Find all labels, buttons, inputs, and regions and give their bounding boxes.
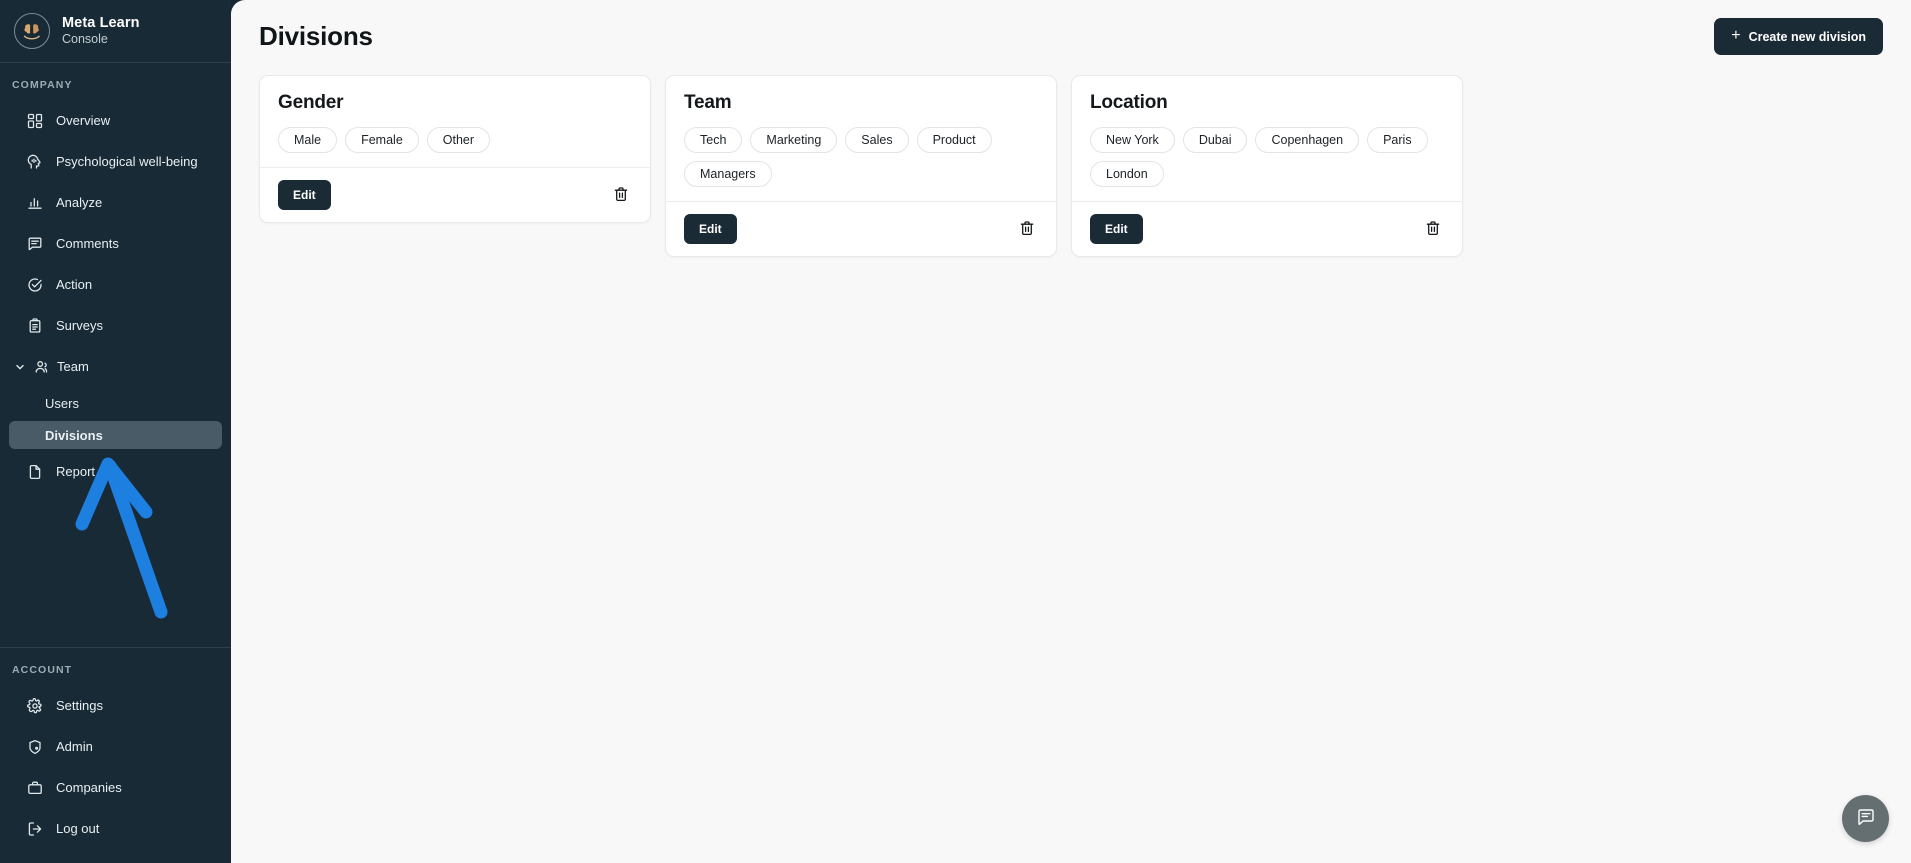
shield-user-icon	[26, 738, 43, 755]
sidebar-item-psychological-well-being[interactable]: Psychological well-being	[9, 144, 222, 179]
page-header: Divisions + Create new division	[231, 0, 1911, 55]
plus-icon: +	[1731, 27, 1741, 44]
create-new-division-label: Create new division	[1748, 29, 1866, 44]
sidebar-item-admin[interactable]: Admin	[9, 729, 222, 764]
users-icon	[33, 358, 50, 375]
divisions-card-list: Gender Male Female Other Edit Team Tech …	[231, 55, 1911, 257]
sidebar-item-surveys[interactable]: Surveys	[9, 308, 222, 343]
delete-button[interactable]	[610, 184, 632, 206]
sidebar-item-label: Comments	[56, 236, 119, 251]
brand[interactable]: Meta Learn Console	[0, 0, 231, 62]
tag-chip[interactable]: New York	[1090, 127, 1175, 153]
sidebar-item-label: Overview	[56, 113, 111, 128]
card-title: Gender	[278, 92, 344, 113]
division-card-gender: Gender Male Female Other Edit	[259, 75, 651, 223]
sidebar-item-label: Log out	[56, 821, 100, 836]
brain-on-hand-icon	[14, 13, 50, 49]
sidebar-item-label: Companies	[56, 780, 122, 795]
tag-chip[interactable]: Paris	[1367, 127, 1428, 153]
tag-chip[interactable]: Product	[916, 127, 992, 153]
division-card-team: Team Tech Marketing Sales Product Manage…	[665, 75, 1057, 257]
tag-chip[interactable]: Marketing	[750, 127, 838, 153]
chat-bubble-icon	[1856, 807, 1876, 830]
card-footer: Edit	[666, 201, 1056, 256]
sidebar-item-overview[interactable]: Overview	[9, 103, 222, 138]
app-root: Meta Learn Console COMPANY Overview Psyc…	[0, 0, 1911, 863]
sidebar-nav-account: Settings Admin Companies Log out	[0, 685, 231, 863]
sidebar-item-divisions[interactable]: Divisions	[9, 421, 222, 449]
tag-chip[interactable]: Copenhagen	[1255, 127, 1360, 153]
head-pulse-icon	[26, 153, 43, 170]
sidebar-item-team[interactable]: Team	[9, 349, 222, 384]
card-body: Location New York Dubai Copenhagen Paris…	[1072, 76, 1462, 201]
tag-chip[interactable]: Sales	[845, 127, 909, 153]
card-title: Location	[1090, 92, 1168, 113]
card-body: Gender Male Female Other	[260, 76, 650, 167]
sidebar-subitem-label: Divisions	[45, 427, 103, 443]
sidebar-item-label: Admin	[56, 739, 93, 754]
tag-chip[interactable]: Male	[278, 127, 338, 153]
clipboard-icon	[26, 317, 43, 334]
sidebar-item-label: Analyze	[56, 195, 103, 210]
comment-lines-icon	[26, 235, 43, 252]
sidebar-item-label: Settings	[56, 698, 103, 713]
brand-title: Meta Learn	[62, 15, 140, 32]
card-tags: Male Female Other	[278, 127, 632, 153]
sidebar-item-users[interactable]: Users	[9, 389, 222, 417]
sidebar-item-companies[interactable]: Companies	[9, 770, 222, 805]
brand-subtitle: Console	[62, 32, 108, 47]
tag-chip[interactable]: Female	[345, 127, 419, 153]
chat-support-button[interactable]	[1842, 795, 1889, 842]
check-circle-icon	[26, 276, 43, 293]
edit-button[interactable]: Edit	[1090, 214, 1143, 244]
sidebar-item-label: Team	[57, 359, 89, 374]
logout-icon	[26, 820, 43, 837]
sidebar-item-report[interactable]: Report	[9, 454, 222, 489]
card-footer: Edit	[260, 167, 650, 222]
sidebar-nav-company: Overview Psychological well-being Analyz…	[0, 100, 231, 492]
division-card-location: Location New York Dubai Copenhagen Paris…	[1071, 75, 1463, 257]
sidebar-subitem-label: Users	[45, 395, 79, 411]
card-tags: Tech Marketing Sales Product Managers	[684, 127, 1038, 187]
sidebar-section-account: ACCOUNT	[12, 664, 73, 676]
gear-icon	[26, 697, 43, 714]
document-icon	[26, 463, 43, 480]
page-title: Divisions	[259, 21, 373, 51]
sidebar-section-company: COMPANY	[12, 79, 73, 91]
sidebar-item-action[interactable]: Action	[9, 267, 222, 302]
card-body: Team Tech Marketing Sales Product Manage…	[666, 76, 1056, 201]
sidebar-item-label: Report	[56, 464, 96, 479]
sidebar-item-label: Psychological well-being	[56, 154, 198, 169]
tag-chip[interactable]: Other	[426, 127, 491, 153]
dashboard-grid-icon	[26, 112, 43, 129]
tag-chip[interactable]: London	[1090, 161, 1164, 187]
bar-chart-icon	[26, 194, 43, 211]
trash-icon	[613, 186, 629, 205]
delete-button[interactable]	[1422, 218, 1444, 240]
sidebar: Meta Learn Console COMPANY Overview Psyc…	[0, 0, 231, 863]
tag-chip[interactable]: Tech	[684, 127, 743, 153]
sidebar-item-log-out[interactable]: Log out	[9, 811, 222, 846]
trash-icon	[1019, 220, 1035, 239]
delete-button[interactable]	[1016, 218, 1038, 240]
create-new-division-button[interactable]: + Create new division	[1714, 18, 1883, 55]
sidebar-item-label: Surveys	[56, 318, 103, 333]
sidebar-item-label: Action	[56, 277, 93, 292]
trash-icon	[1425, 220, 1441, 239]
tag-chip[interactable]: Managers	[684, 161, 772, 187]
card-tags: New York Dubai Copenhagen Paris London	[1090, 127, 1444, 187]
tag-chip[interactable]: Dubai	[1182, 127, 1248, 153]
sidebar-item-analyze[interactable]: Analyze	[9, 185, 222, 220]
chevron-down-icon	[13, 360, 26, 373]
card-footer: Edit	[1072, 201, 1462, 256]
sidebar-item-settings[interactable]: Settings	[9, 688, 222, 723]
card-title: Team	[684, 92, 732, 113]
edit-button[interactable]: Edit	[278, 180, 331, 210]
edit-button[interactable]: Edit	[684, 214, 737, 244]
main-content: Divisions + Create new division Gender M…	[231, 0, 1911, 863]
sidebar-item-comments[interactable]: Comments	[9, 226, 222, 261]
briefcase-icon	[26, 779, 43, 796]
